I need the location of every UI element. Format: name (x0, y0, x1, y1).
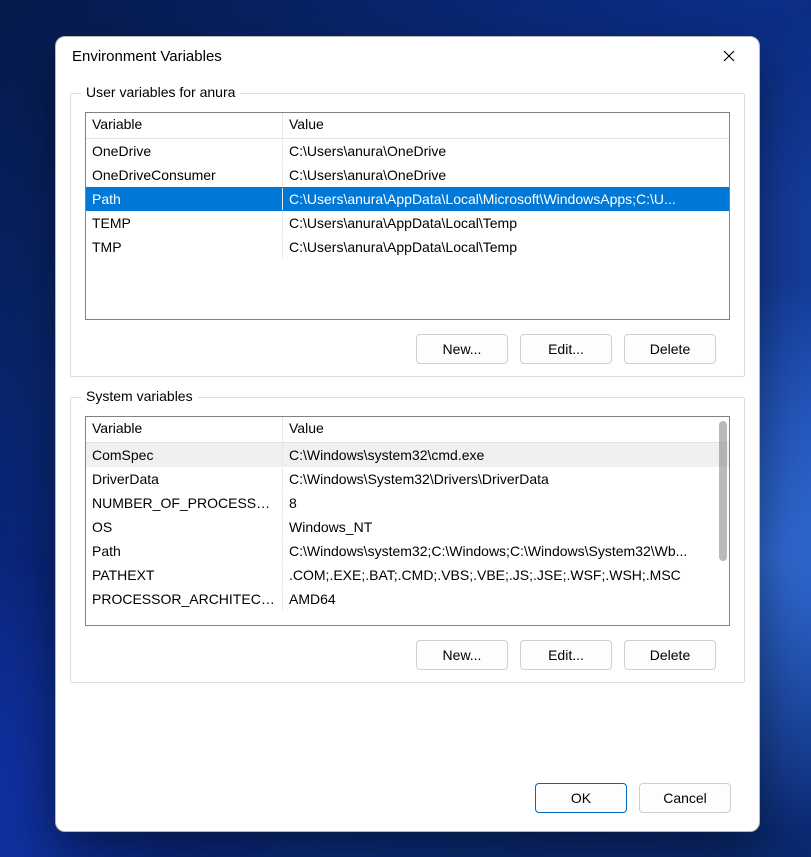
cell-variable: NUMBER_OF_PROCESSORS (86, 492, 283, 514)
table-row[interactable]: PROCESSOR_ARCHITECTU...AMD64 (86, 587, 729, 611)
cell-variable: PATHEXT (86, 564, 283, 586)
user-edit-button[interactable]: Edit... (520, 334, 612, 364)
table-row[interactable]: DriverDataC:\Windows\System32\Drivers\Dr… (86, 467, 729, 491)
cell-value: C:\Windows\system32;C:\Windows;C:\Window… (283, 540, 729, 562)
cell-variable: PROCESSOR_ARCHITECTU... (86, 588, 283, 610)
cell-variable: TMP (86, 236, 283, 258)
titlebar: Environment Variables (56, 37, 759, 75)
dialog-content: User variables for anura Variable Value … (56, 75, 759, 831)
environment-variables-dialog: Environment Variables User variables for… (55, 36, 760, 832)
table-row[interactable]: OneDriveC:\Users\anura\OneDrive (86, 139, 729, 163)
cancel-button[interactable]: Cancel (639, 783, 731, 813)
cell-value: Windows_NT (283, 516, 729, 538)
cell-variable: Path (86, 188, 283, 210)
cell-variable: Path (86, 540, 283, 562)
user-variables-group: User variables for anura Variable Value … (70, 93, 745, 377)
table-row[interactable]: OneDriveConsumerC:\Users\anura\OneDrive (86, 163, 729, 187)
cell-value: AMD64 (283, 588, 729, 610)
cell-value: C:\Windows\System32\Drivers\DriverData (283, 468, 729, 490)
desktop-background: Environment Variables User variables for… (0, 0, 811, 857)
close-button[interactable] (707, 41, 751, 71)
ok-button[interactable]: OK (535, 783, 627, 813)
cell-value: C:\Users\anura\OneDrive (283, 140, 729, 162)
cell-value: C:\Windows\system32\cmd.exe (283, 444, 729, 466)
column-header-variable[interactable]: Variable (86, 417, 283, 442)
table-row[interactable]: PathC:\Users\anura\AppData\Local\Microso… (86, 187, 729, 211)
cell-value: C:\Users\anura\AppData\Local\Temp (283, 212, 729, 234)
cell-variable: OS (86, 516, 283, 538)
cell-variable: ComSpec (86, 444, 283, 466)
close-icon (723, 50, 735, 62)
scrollbar-thumb[interactable] (719, 421, 727, 561)
table-row[interactable]: TEMPC:\Users\anura\AppData\Local\Temp (86, 211, 729, 235)
cell-variable: OneDrive (86, 140, 283, 162)
table-row[interactable]: PATHEXT.COM;.EXE;.BAT;.CMD;.VBS;.VBE;.JS… (86, 563, 729, 587)
cell-value: C:\Users\anura\AppData\Local\Microsoft\W… (283, 188, 729, 210)
system-variables-group: System variables Variable Value ComSpecC… (70, 397, 745, 683)
user-button-row: New... Edit... Delete (99, 334, 716, 364)
column-header-value[interactable]: Value (283, 113, 729, 138)
table-row[interactable]: OSWindows_NT (86, 515, 729, 539)
table-row[interactable]: ComSpecC:\Windows\system32\cmd.exe (86, 443, 729, 467)
column-header-value[interactable]: Value (283, 417, 729, 442)
user-new-button[interactable]: New... (416, 334, 508, 364)
cell-variable: DriverData (86, 468, 283, 490)
cell-variable: TEMP (86, 212, 283, 234)
system-list-header[interactable]: Variable Value (86, 417, 729, 443)
dialog-button-row: OK Cancel (84, 783, 731, 813)
user-list-header[interactable]: Variable Value (86, 113, 729, 139)
system-delete-button[interactable]: Delete (624, 640, 716, 670)
system-new-button[interactable]: New... (416, 640, 508, 670)
system-group-label: System variables (81, 388, 198, 404)
cell-value: .COM;.EXE;.BAT;.CMD;.VBS;.VBE;.JS;.JSE;.… (283, 564, 729, 586)
table-row[interactable]: TMPC:\Users\anura\AppData\Local\Temp (86, 235, 729, 259)
cell-value: C:\Users\anura\OneDrive (283, 164, 729, 186)
table-row[interactable]: PathC:\Windows\system32;C:\Windows;C:\Wi… (86, 539, 729, 563)
system-variables-list[interactable]: Variable Value ComSpecC:\Windows\system3… (85, 416, 730, 626)
system-edit-button[interactable]: Edit... (520, 640, 612, 670)
system-button-row: New... Edit... Delete (99, 640, 716, 670)
cell-variable: OneDriveConsumer (86, 164, 283, 186)
table-row[interactable]: NUMBER_OF_PROCESSORS8 (86, 491, 729, 515)
cell-value: 8 (283, 492, 729, 514)
window-title: Environment Variables (72, 48, 707, 65)
user-variables-list[interactable]: Variable Value OneDriveC:\Users\anura\On… (85, 112, 730, 320)
user-group-label: User variables for anura (81, 84, 240, 100)
cell-value: C:\Users\anura\AppData\Local\Temp (283, 236, 729, 258)
user-delete-button[interactable]: Delete (624, 334, 716, 364)
column-header-variable[interactable]: Variable (86, 113, 283, 138)
